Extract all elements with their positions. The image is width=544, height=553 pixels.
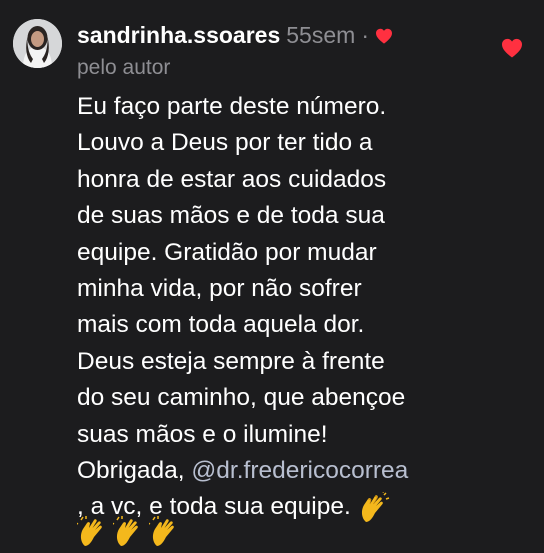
comment-line: Deus esteja sempre à frente bbox=[77, 347, 385, 375]
comment-line: mais com toda aquela dor. bbox=[77, 311, 365, 339]
comment-line: Louvo a Deus por ter tido a bbox=[77, 129, 373, 157]
comment-item: sandrinha.ssoares 55sem · pelo autor Eu … bbox=[0, 0, 544, 546]
emoji-row bbox=[75, 516, 181, 548]
comment-line: honra de estar aos cuidados bbox=[77, 165, 387, 193]
heart-like-icon[interactable] bbox=[501, 38, 523, 58]
comment-line-mention: Obrigada, @dr.fredericocorrea bbox=[77, 453, 537, 489]
liked-by-author-label: pelo autor bbox=[77, 56, 171, 79]
username-link[interactable]: sandrinha.ssoares bbox=[77, 22, 280, 49]
comment-timestamp[interactable]: 55sem bbox=[286, 22, 355, 49]
comment-line: suas mãos e o ilumine! bbox=[77, 420, 328, 448]
comment-line: equipe. Gratidão por mudar bbox=[77, 238, 377, 266]
comment-header: sandrinha.ssoares 55sem · bbox=[77, 22, 393, 52]
comment-line: Eu faço parte deste número. bbox=[77, 93, 387, 120]
avatar[interactable] bbox=[13, 19, 62, 68]
clapping-hands-emoji-icon bbox=[147, 516, 181, 548]
comment-text: Eu faço parte deste número. Louvo a Deus… bbox=[77, 89, 537, 526]
clapping-hands-emoji-icon bbox=[358, 490, 390, 524]
comment-line: minha vida, por não sofrer bbox=[77, 275, 362, 303]
comment-line: do seu caminho, que abençoe bbox=[77, 384, 406, 412]
mention-link[interactable]: @dr.fredericocorrea bbox=[191, 457, 408, 484]
header-separator: · bbox=[361, 22, 369, 48]
clapping-hands-emoji-icon bbox=[75, 516, 109, 548]
heart-icon bbox=[375, 28, 393, 44]
comment-line: de suas mãos e de toda sua bbox=[77, 202, 385, 230]
comment-line-text: Obrigada, bbox=[77, 457, 192, 485]
clapping-hands-emoji-icon bbox=[111, 516, 145, 548]
